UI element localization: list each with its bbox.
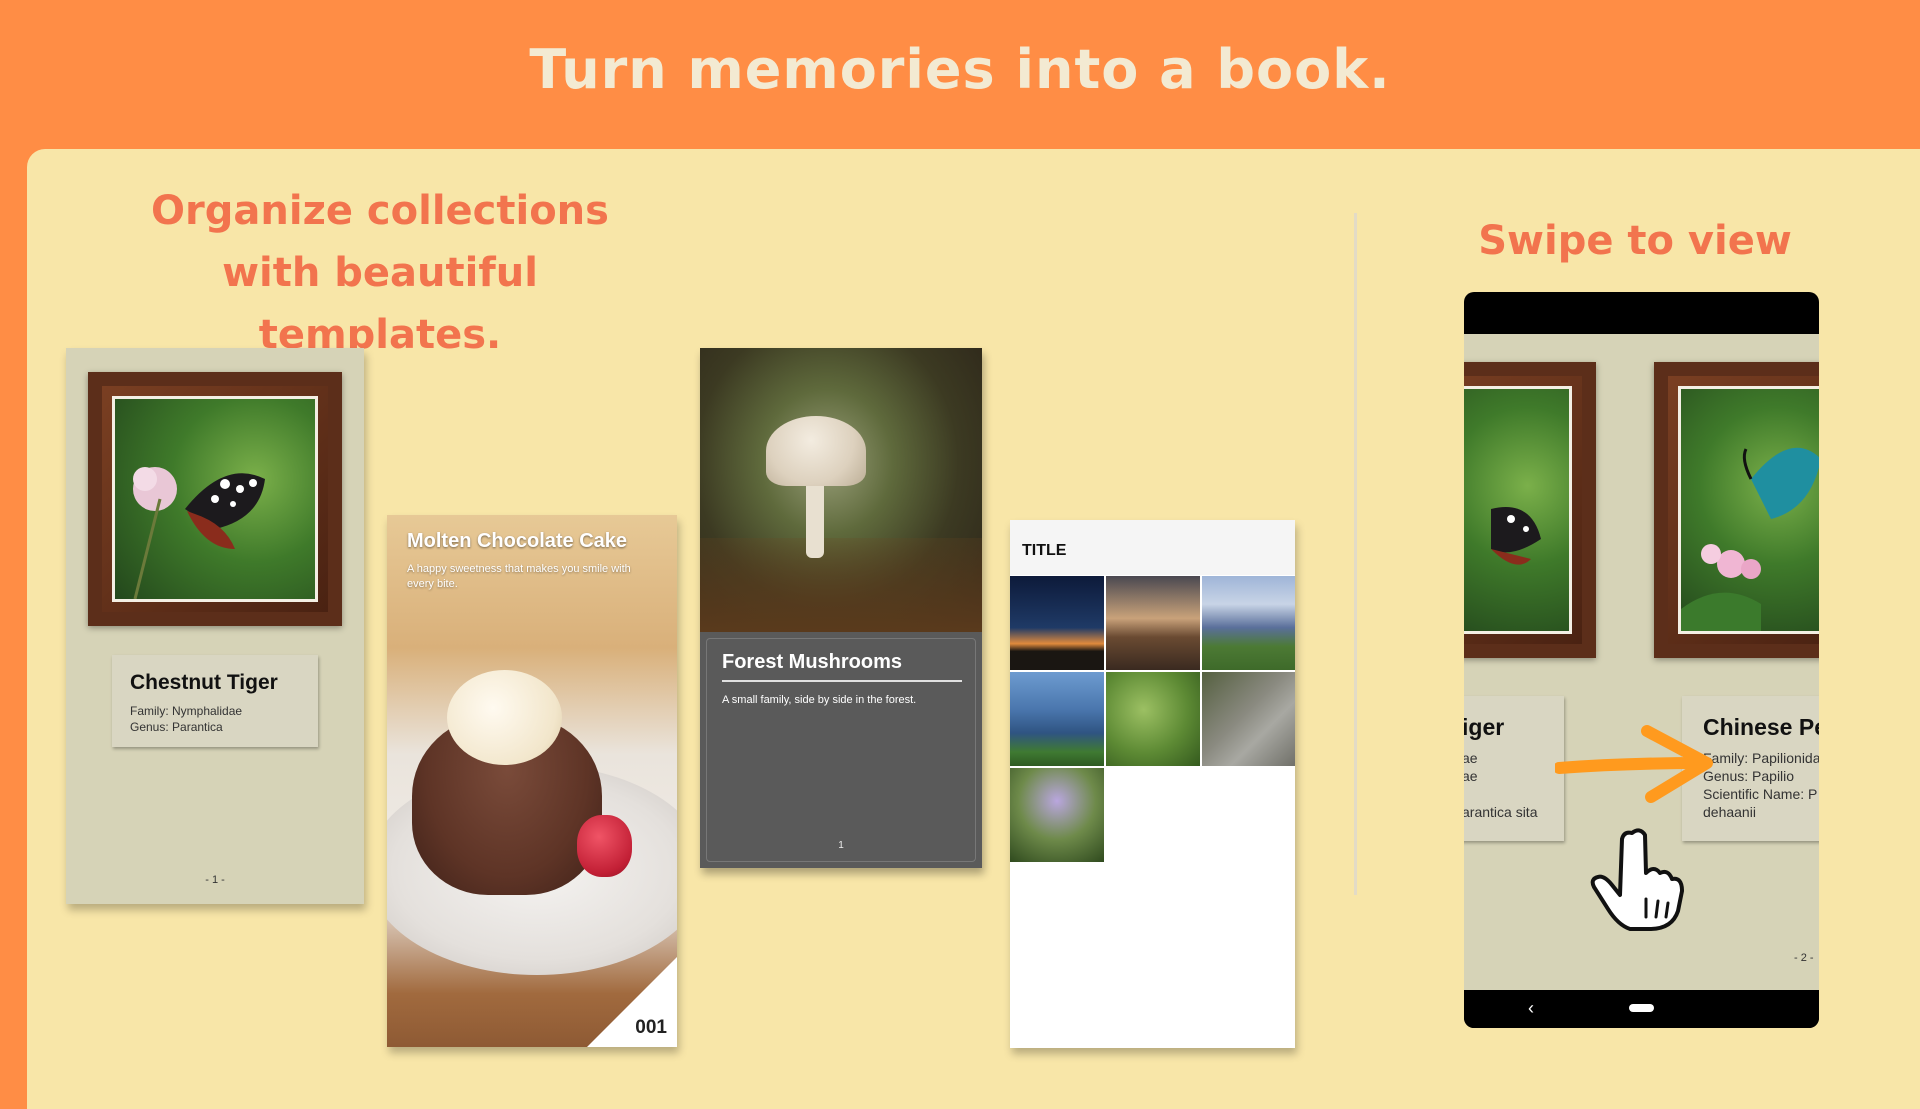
phone-left-title: iger — [1464, 714, 1505, 740]
phone-left-line: ae — [1464, 768, 1478, 784]
cake-title: Molten Chocolate Cake — [407, 530, 628, 552]
phone-navbar: ‹ — [1464, 990, 1819, 1028]
grid-title: TITLE — [1022, 542, 1067, 559]
specimen-family: Family: Nymphalidae — [130, 704, 243, 718]
page-number: - 1 - — [205, 874, 225, 886]
pointing-hand-icon — [1590, 828, 1684, 931]
grid-photo[interactable] — [1106, 672, 1200, 766]
ice-cream-image — [447, 670, 562, 765]
template-card-cake[interactable]: Molten Chocolate Cake A happy sweetness … — [387, 515, 677, 1047]
left-heading-line1: Organize collections — [151, 188, 609, 234]
specimen-title: Chestnut Tiger — [130, 671, 278, 694]
phone-right-genus: Genus: Papilio — [1703, 768, 1795, 784]
template-card-specimen[interactable]: Chestnut Tiger Family: Nymphalidae Genus… — [66, 348, 364, 904]
wood-frame-left — [1464, 362, 1596, 658]
phone-left-line: ae — [1464, 750, 1478, 766]
title-rule — [722, 680, 962, 682]
raspberry-image — [577, 815, 632, 877]
cake-number: 001 — [635, 1017, 667, 1038]
phone-right-title: Chinese Pe — [1703, 714, 1819, 740]
cake-subtitle: A happy sweetness that makes you smile w… — [407, 563, 631, 590]
mushroom-title: Forest Mushrooms — [722, 651, 903, 673]
mushroom-subtitle: A small family, side by side in the fore… — [722, 694, 917, 706]
grid-photo[interactable] — [1106, 576, 1200, 670]
grid-photo[interactable] — [1202, 576, 1295, 670]
home-pill-icon[interactable] — [1629, 1004, 1654, 1012]
wood-frame — [88, 372, 342, 626]
grid-photo[interactable] — [1010, 672, 1104, 766]
mushroom-page-number: 1 — [838, 840, 844, 851]
grid-photo[interactable] — [1202, 672, 1295, 766]
phone-right-sci: Scientific Name: P — [1703, 786, 1818, 802]
mushroom-photo — [700, 348, 982, 632]
butterfly-photo — [112, 396, 318, 602]
grid-photo[interactable] — [1010, 768, 1104, 862]
specimen-genus: Genus: Parantica — [130, 720, 223, 734]
phone-right-family: Family: Papilionida — [1703, 750, 1819, 766]
headline: Turn memories into a book. — [529, 38, 1391, 101]
template-card-grid[interactable]: TITLE — [1010, 520, 1295, 1048]
section-divider — [1354, 213, 1357, 895]
phone-label-left: iger ae ae arantica sita — [1464, 696, 1564, 841]
back-icon[interactable]: ‹ — [1528, 998, 1534, 1019]
wood-frame-right — [1654, 362, 1819, 658]
left-heading: Organize collections with beautiful temp… — [100, 180, 660, 366]
swipe-arrow-icon — [1555, 725, 1713, 803]
specimen-label: Chestnut Tiger Family: Nymphalidae Genus… — [112, 655, 318, 747]
right-heading: Swipe to view — [1478, 218, 1792, 264]
phone-left-line: arantica sita — [1464, 804, 1538, 820]
template-card-mushroom[interactable]: Forest Mushrooms A small family, side by… — [700, 348, 982, 868]
grid-photo[interactable] — [1010, 576, 1104, 670]
phone-page-number: - 2 - — [1794, 952, 1814, 964]
